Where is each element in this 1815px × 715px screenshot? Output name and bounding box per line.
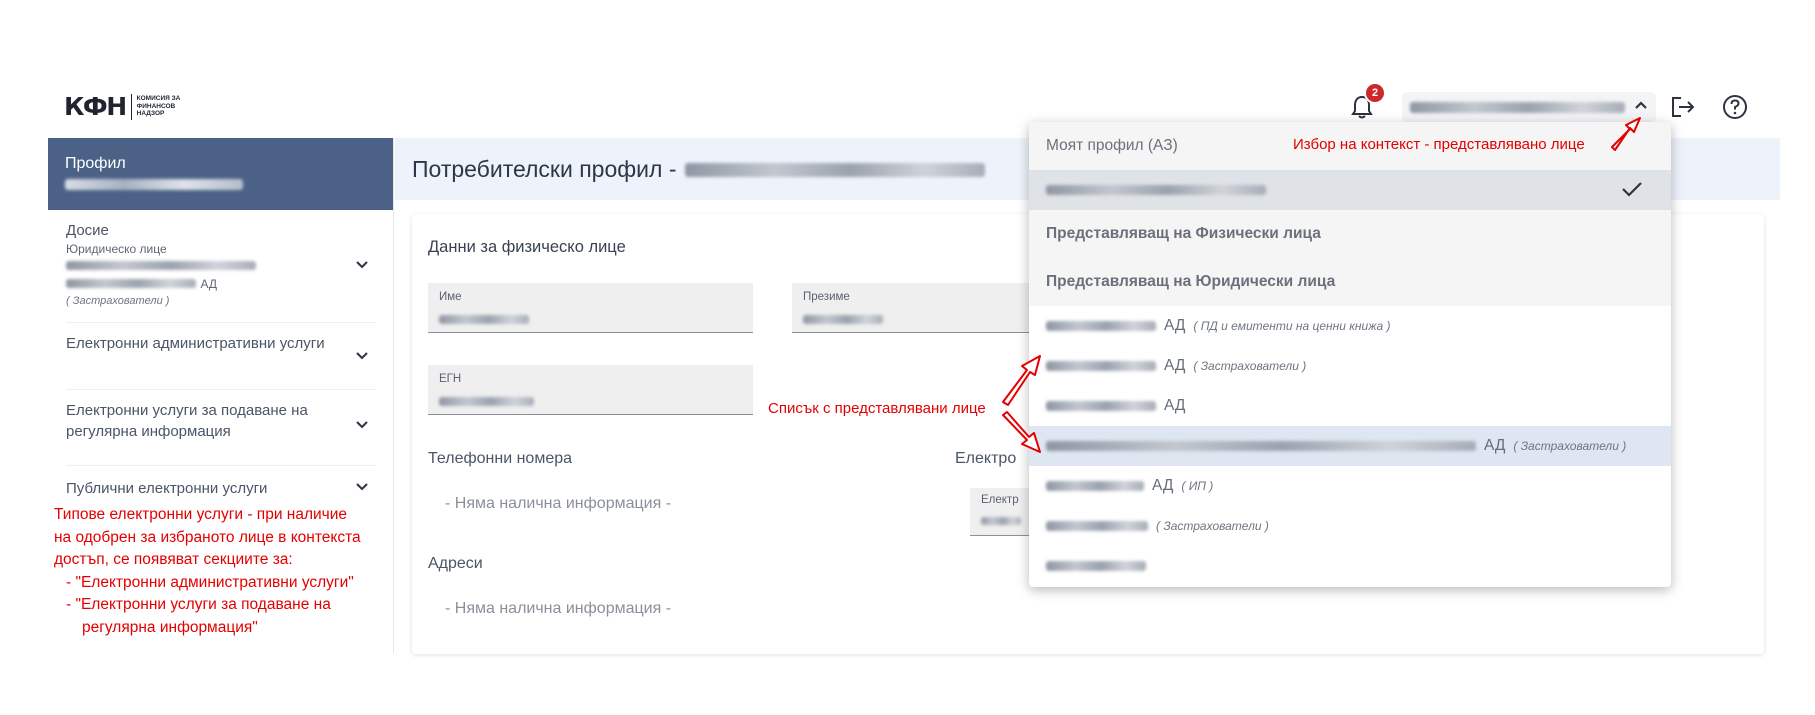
- annotation-arrows: [1002, 117, 1641, 453]
- arrow-to-context-selector: [1611, 117, 1641, 151]
- arrow-to-list-up: [1002, 355, 1041, 406]
- arrow-to-list-down: [1002, 411, 1041, 453]
